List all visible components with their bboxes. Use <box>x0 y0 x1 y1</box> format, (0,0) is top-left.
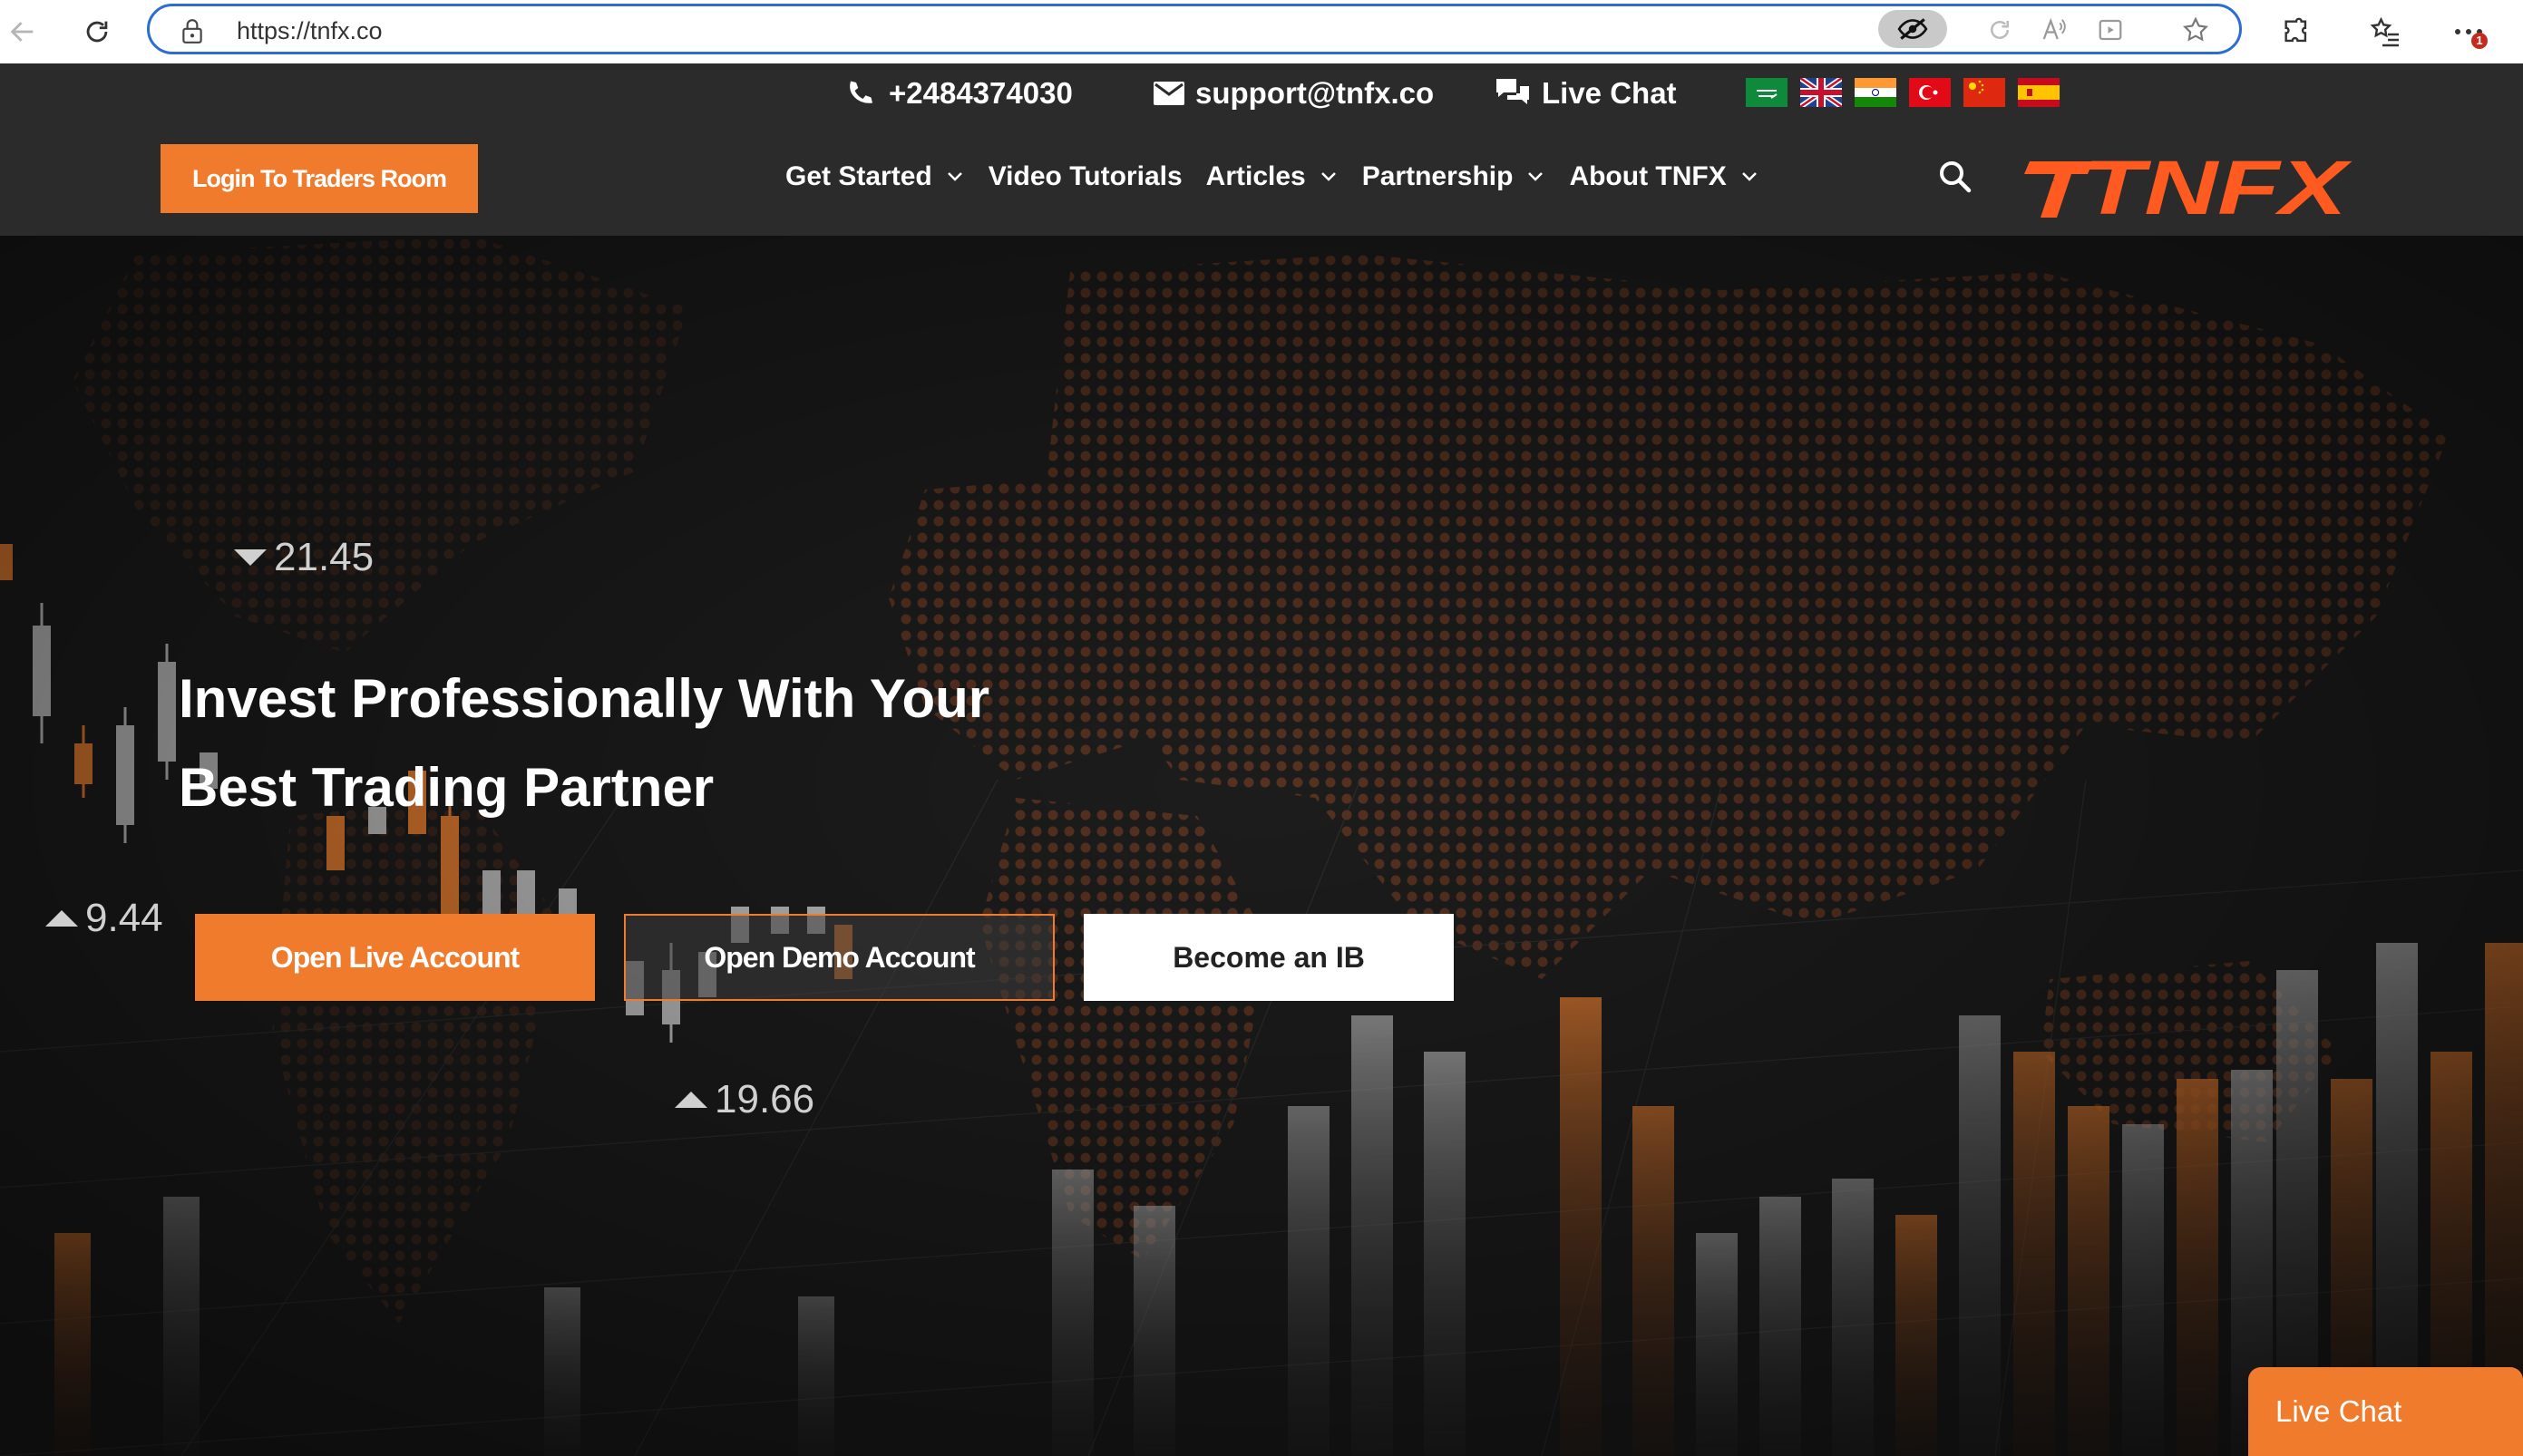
language-selector <box>1746 78 2060 107</box>
up-triangle-icon <box>45 910 78 927</box>
lock-icon <box>180 18 204 50</box>
app-available-icon[interactable] <box>2094 14 2127 46</box>
up-triangle-icon <box>675 1092 707 1108</box>
favorite-star-icon[interactable] <box>2179 14 2212 46</box>
email-address: support@tnfx.co <box>1195 76 1435 110</box>
chevron-down-icon <box>947 172 962 181</box>
flag-spanish-icon[interactable] <box>2018 78 2060 107</box>
headline-line-2: Best Trading Partner <box>179 757 715 818</box>
back-button[interactable] <box>0 9 45 54</box>
favorites-button[interactable] <box>2364 11 2406 53</box>
nav-articles[interactable]: Articles <box>1206 161 1339 192</box>
nav-get-started[interactable]: Get Started <box>785 161 965 192</box>
phone-icon <box>850 81 872 103</box>
nav-partnership[interactable]: Partnership <box>1362 161 1546 192</box>
flag-arabic-icon[interactable] <box>1746 78 1788 107</box>
nav-about-tnfx[interactable]: About TNFX <box>1569 161 1758 192</box>
ticker-value-2: 9.44 <box>45 896 163 941</box>
refresh-page-icon[interactable] <box>1983 14 2016 46</box>
envelope-icon <box>1154 82 1184 105</box>
down-triangle-icon <box>234 549 267 566</box>
refresh-button[interactable] <box>74 9 120 54</box>
read-aloud-icon[interactable] <box>2038 14 2070 46</box>
live-chat-link[interactable]: Live Chat <box>1495 71 1677 116</box>
open-demo-account-button[interactable]: Open Demo Account <box>624 914 1055 1001</box>
tnfx-logo[interactable]: TNFX <box>2017 143 2353 225</box>
search-icon[interactable] <box>1934 156 1976 198</box>
live-chat-label: Live Chat <box>1542 76 1677 110</box>
login-traders-room-button[interactable]: Login To Traders Room <box>161 144 478 213</box>
refresh-icon <box>86 21 108 43</box>
notification-badge: 1 <box>2471 33 2488 49</box>
extensions-button[interactable] <box>2275 11 2317 53</box>
puzzle-icon <box>2284 17 2307 43</box>
address-bar[interactable]: https://tnfx.co <box>147 4 2242 54</box>
browser-toolbar: https://tnfx.co 1 <box>0 0 2523 64</box>
hero-background-image <box>0 236 2523 1456</box>
flag-english-icon[interactable] <box>1800 78 1842 107</box>
back-arrow-icon <box>10 22 34 42</box>
flag-hindi-icon[interactable] <box>1855 78 1896 107</box>
chevron-down-icon <box>1528 172 1544 181</box>
open-live-account-button[interactable]: Open Live Account <box>195 914 595 1001</box>
headline-line-1: Invest Professionally With Your <box>179 668 990 729</box>
chat-bubbles-icon <box>1496 79 1529 104</box>
hero-headline: Invest Professionally With Your Best Tra… <box>179 655 1176 832</box>
hero-section: 21.45 9.44 19.66 Invest Professionally W… <box>0 236 2523 1456</box>
nav-video-tutorials[interactable]: Video Tutorials <box>989 161 1183 192</box>
become-ib-button[interactable]: Become an IB <box>1084 914 1454 1001</box>
flag-chinese-icon[interactable] <box>1963 78 2005 107</box>
phone-number: +2484374030 <box>889 76 1073 110</box>
flag-turkish-icon[interactable] <box>1909 78 1951 107</box>
ticker-value-3: 19.66 <box>675 1077 814 1122</box>
chevron-down-icon <box>1320 172 1336 181</box>
ticker-value-1: 21.45 <box>234 535 374 580</box>
settings-more-button[interactable]: 1 <box>2448 11 2489 53</box>
live-chat-widget-button[interactable]: Live Chat <box>2248 1367 2523 1456</box>
email-contact[interactable]: support@tnfx.co <box>1154 71 1434 116</box>
logo-text: TNFX <box>2082 145 2353 225</box>
site-header: +2484374030 support@tnfx.co Live Chat Lo… <box>0 63 2523 236</box>
favorites-list-icon <box>2370 16 2399 47</box>
live-chat-widget-label: Live Chat <box>2275 1394 2402 1428</box>
tracking-prevention-icon[interactable] <box>1878 10 1947 48</box>
main-navigation: Get Started Video Tutorials Articles Par… <box>785 154 1783 199</box>
phone-contact[interactable]: +2484374030 <box>845 71 1073 116</box>
url-text[interactable]: https://tnfx.co <box>237 17 383 45</box>
chevron-down-icon <box>1741 172 1757 181</box>
